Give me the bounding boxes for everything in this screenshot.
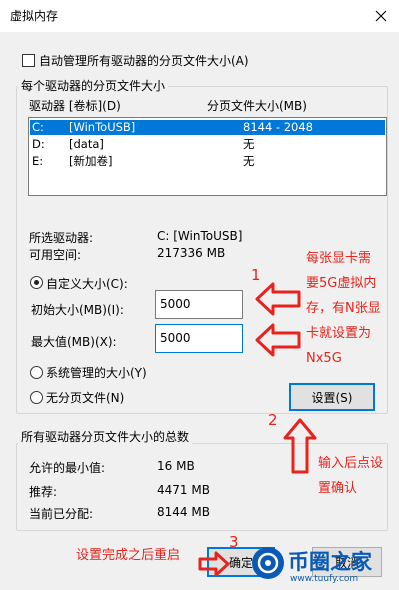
annotation-number-2: 2 xyxy=(268,411,278,429)
drive-letter: E: xyxy=(32,154,44,168)
free-space-label: 可用空间: xyxy=(29,248,82,262)
drive-letter: D: xyxy=(32,137,45,151)
min-label: 允许的最小值: xyxy=(29,461,106,475)
arrow-right-icon xyxy=(198,551,230,577)
note2-line: 输入后点设 xyxy=(318,456,384,471)
selected-drive-value: C: [WinToUSB] xyxy=(157,229,243,243)
per-drive-group-label: 每个驱动器的分页文件大小 xyxy=(18,77,169,94)
custom-size-label: 自定义大小(C): xyxy=(46,277,128,291)
no-paging-label: 无分页文件(N) xyxy=(46,391,125,405)
note1-line: 要5G虚拟内 xyxy=(306,276,377,291)
drive-label: [新加卷] xyxy=(69,154,113,168)
initial-size-label: 初始大小(MB)(I): xyxy=(31,303,124,317)
drive-row-c[interactable]: C: [WinToUSB] 8144 - 2048 xyxy=(30,120,385,135)
current-value: 8144 MB xyxy=(157,505,210,519)
system-managed-radio[interactable] xyxy=(30,366,43,379)
drive-label: [data] xyxy=(69,137,104,151)
drive-row-d[interactable]: D: [data] 无 xyxy=(30,137,385,152)
drive-label: [WinToUSB] xyxy=(69,120,136,134)
drive-list[interactable]: C: [WinToUSB] 8144 - 2048 D: [data] 无 E:… xyxy=(28,117,387,196)
auto-manage-checkbox[interactable] xyxy=(22,54,35,67)
column-header-drive: 驱动器 [卷标](D) xyxy=(29,99,121,113)
drive-size: 无 xyxy=(243,154,255,168)
annotation-number-3: 3 xyxy=(229,533,239,551)
drive-size: 无 xyxy=(243,137,255,151)
annotation-note-2: 输入后点设 置确认 xyxy=(318,451,383,501)
note1-line: 每张显卡需 xyxy=(306,251,372,266)
selected-drive-label: 所选驱动器: xyxy=(29,231,94,245)
arrow-up-icon xyxy=(283,418,317,474)
watermark-url: www.tuufy.com xyxy=(290,574,359,584)
drive-row-e[interactable]: E: [新加卷] 无 xyxy=(30,154,385,169)
drive-size: 8144 - 2048 xyxy=(243,120,313,134)
no-paging-radio[interactable] xyxy=(30,391,43,404)
recommended-value: 4471 MB xyxy=(157,483,210,497)
title-bar xyxy=(0,0,399,32)
close-button[interactable] xyxy=(364,2,398,30)
custom-size-radio[interactable] xyxy=(30,276,43,289)
radio-selected-dot xyxy=(34,280,39,285)
recommended-label: 推荐: xyxy=(29,485,58,499)
auto-manage-label: 自动管理所有驱动器的分页文件大小(A) xyxy=(39,54,249,68)
min-value: 16 MB xyxy=(157,459,195,473)
watermark-logo-icon xyxy=(252,547,284,579)
watermark-brand: 币圈之家 xyxy=(288,550,372,574)
note1-line: 存，有N张显 xyxy=(306,301,381,316)
arrow-left-icon xyxy=(255,282,301,316)
totals-group-label: 所有驱动器分页文件大小的总数 xyxy=(18,428,193,445)
window-title: 虚拟内存 xyxy=(10,9,59,23)
free-space-value: 217336 MB xyxy=(157,246,226,260)
system-managed-label: 系统管理的大小(Y) xyxy=(46,366,147,380)
initial-size-input[interactable]: 5000 xyxy=(155,290,243,319)
current-label: 当前已分配: xyxy=(29,507,94,521)
note2-line: 置确认 xyxy=(318,481,358,496)
annotation-note-3: 设置完成之后重启 xyxy=(76,548,181,563)
annotation-note-1: 每张显卡需 要5G虚拟内 存，有N张显 卡就设置为 Nx5G xyxy=(306,246,398,371)
max-size-input[interactable]: 5000 xyxy=(155,324,243,353)
arrow-left-icon xyxy=(255,323,301,357)
max-size-label: 最大值(MB)(X): xyxy=(31,335,117,349)
note1-line: Nx5G xyxy=(306,351,342,366)
set-button[interactable]: 设置(S) xyxy=(289,383,375,411)
drive-letter: C: xyxy=(32,120,44,134)
close-icon xyxy=(375,10,387,22)
column-header-size: 分页文件大小(MB) xyxy=(207,99,307,113)
note1-line: 卡就设置为 xyxy=(306,326,372,341)
